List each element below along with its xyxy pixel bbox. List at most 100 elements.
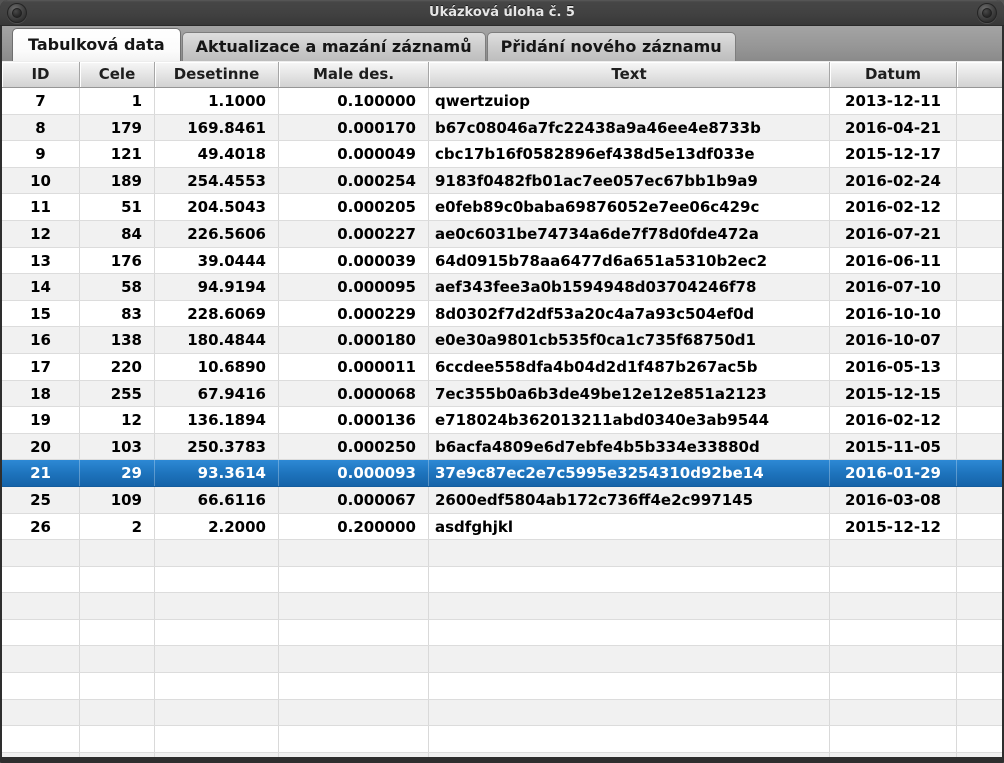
cell-id: 16 [2, 327, 80, 353]
cell-id: 18 [2, 380, 80, 407]
cell-text [429, 619, 830, 646]
cell-cele: 1 [80, 88, 155, 114]
table-row-9[interactable]: 9 121 49.4018 0.000049 cbc17b16f0582896ef438… [2, 141, 1002, 168]
cell-male-des [279, 646, 429, 673]
cell-filler [957, 274, 1002, 300]
window-title: Ukázková úloha č. 5 [429, 5, 575, 20]
cell-male-des: 0.000095 [279, 274, 429, 300]
data-table: ID Cele Desetinne Male des. Text Datum 7 1 1.10… [2, 62, 1002, 757]
cell-male-des: 0.000136 [279, 407, 429, 433]
cell-text: e0e30a9801cb535f0ca1c735f68750d1 [429, 327, 830, 353]
table-row-19[interactable]: 19 12 136.1894 0.000136 e718024b362013211abd… [2, 407, 1002, 434]
cell-cele: 138 [80, 327, 155, 353]
table-row-21[interactable]: 21 29 93.3614 0.000093 37e9c87ec2e7c5995e325… [2, 460, 1002, 487]
column-header-desetinne[interactable]: Desetinne [155, 62, 279, 88]
cell-filler [957, 141, 1002, 167]
column-header-text[interactable]: Text [429, 62, 830, 88]
cell-desetinne [155, 540, 279, 566]
cell-text [429, 593, 830, 619]
window-menu-button[interactable] [7, 3, 27, 23]
cell-desetinne: 94.9194 [155, 274, 279, 300]
cell-cele: 109 [80, 486, 155, 513]
cell-text: qwertzuiop [429, 88, 830, 114]
window-close-button[interactable] [977, 3, 997, 23]
column-header-datum[interactable]: Datum [830, 62, 957, 88]
cell-filler [957, 726, 1002, 752]
table-row-16[interactable]: 16 138 180.4844 0.000180 e0e30a9801cb535f0ca… [2, 327, 1002, 354]
cell-datum: 2016-06-11 [830, 247, 957, 274]
table-row-17[interactable]: 17 220 10.6890 0.000011 6ccdee558dfa4b04d2d1… [2, 353, 1002, 381]
table-row-8[interactable]: 8 179 169.8461 0.000170 b67c08046a7fc22438a9… [2, 114, 1002, 142]
cell-filler [957, 248, 1002, 274]
cell-id [2, 752, 80, 757]
cell-datum: 2015-12-15 [830, 380, 957, 407]
cell-filler [957, 700, 1002, 726]
cell-male-des: 0.000180 [279, 327, 429, 353]
window-close-icon [982, 8, 992, 18]
cell-filler [957, 407, 1002, 433]
cell-desetinne: 49.4018 [155, 141, 279, 167]
table-row-empty [2, 566, 1002, 594]
tab-pridani-noveho-zaznamu[interactable]: Přidání nového záznamu [486, 32, 736, 61]
cell-id: 17 [2, 353, 80, 380]
table-row-12[interactable]: 12 84 226.5606 0.000227 ae0c6031be74734a6de7… [2, 220, 1002, 248]
cell-cele: 179 [80, 114, 155, 141]
cell-desetinne: 226.5606 [155, 220, 279, 247]
cell-filler [957, 646, 1002, 672]
tab-aktualizace-a-mazani-zaznamu[interactable]: Aktualizace a mazání záznamů [181, 32, 486, 61]
cell-datum [830, 673, 957, 699]
cell-desetinne: 39.0444 [155, 247, 279, 274]
cell-cele [80, 726, 155, 752]
cell-text: aef343fee3a0b1594948d03704246f78 [429, 274, 830, 300]
cell-datum: 2015-12-17 [830, 141, 957, 167]
cell-desetinne: 180.4844 [155, 327, 279, 353]
cell-desetinne: 10.6890 [155, 353, 279, 380]
cell-male-des [279, 619, 429, 646]
cell-datum: 2016-02-12 [830, 194, 957, 220]
cell-text [429, 540, 830, 566]
table-row-7[interactable]: 7 1 1.1000 0.100000 qwertzuiop 2013-12-11 [2, 88, 1002, 115]
column-header-male-des[interactable]: Male des. [279, 62, 429, 88]
table-row-26[interactable]: 26 2 2.2000 0.200000 asdfghjkl 2015-12-12 [2, 513, 1002, 541]
cell-text [429, 673, 830, 699]
cell-id: 9 [2, 141, 80, 167]
cell-datum: 2016-04-21 [830, 114, 957, 141]
table-row-15[interactable]: 15 83 228.6069 0.000229 8d0302f7d2df53a20c4a… [2, 300, 1002, 328]
titlebar[interactable]: Ukázková úloha č. 5 [0, 0, 1004, 26]
cell-datum: 2016-07-10 [830, 274, 957, 300]
cell-male-des: 0.000049 [279, 141, 429, 167]
cell-text [429, 726, 830, 752]
tab-tabulkova-data[interactable]: Tabulková data [12, 28, 181, 61]
cell-cele [80, 619, 155, 646]
cell-cele: 2 [80, 513, 155, 540]
table-row-25[interactable]: 25 109 66.6116 0.000067 2600edf5804ab172c736… [2, 486, 1002, 514]
table-row-20[interactable]: 20 103 250.3783 0.000250 b6acfa4809e6d7ebfe4… [2, 433, 1002, 461]
cell-id [2, 699, 80, 726]
cell-id [2, 540, 80, 566]
table-row-18[interactable]: 18 255 67.9416 0.000068 7ec355b0a6b3de49be12… [2, 380, 1002, 408]
table-row-empty [2, 752, 1002, 757]
cell-datum: 2015-12-12 [830, 513, 957, 540]
table-row-empty [2, 540, 1002, 567]
cell-text: b6acfa4809e6d7ebfe4b5b334e33880d [429, 433, 830, 460]
column-header-cele[interactable]: Cele [80, 62, 155, 88]
cell-cele [80, 673, 155, 699]
cell-text: 2600edf5804ab172c736ff4e2c997145 [429, 486, 830, 513]
table-row-13[interactable]: 13 176 39.0444 0.000039 64d0915b78aa6477d6a6… [2, 247, 1002, 275]
cell-filler [957, 88, 1002, 114]
cell-desetinne: 250.3783 [155, 433, 279, 460]
cell-male-des: 0.100000 [279, 88, 429, 114]
cell-text: 7ec355b0a6b3de49be12e12e851a2123 [429, 380, 830, 407]
table-row-14[interactable]: 14 58 94.9194 0.000095 aef343fee3a0b1594948d… [2, 274, 1002, 301]
table-row-11[interactable]: 11 51 204.5043 0.000205 e0feb89c0baba6987605… [2, 194, 1002, 221]
cell-id: 13 [2, 247, 80, 274]
app-window: Ukázková úloha č. 5 Tabulková data Aktual… [0, 0, 1004, 763]
cell-cele [80, 646, 155, 673]
table-row-10[interactable]: 10 189 254.4553 0.000254 9183f0482fb01ac7ee0… [2, 167, 1002, 195]
column-header-id[interactable]: ID [2, 62, 80, 88]
cell-desetinne: 2.2000 [155, 513, 279, 540]
cell-desetinne: 1.1000 [155, 88, 279, 114]
cell-datum [830, 726, 957, 752]
cell-id [2, 726, 80, 752]
cell-cele: 83 [80, 300, 155, 327]
